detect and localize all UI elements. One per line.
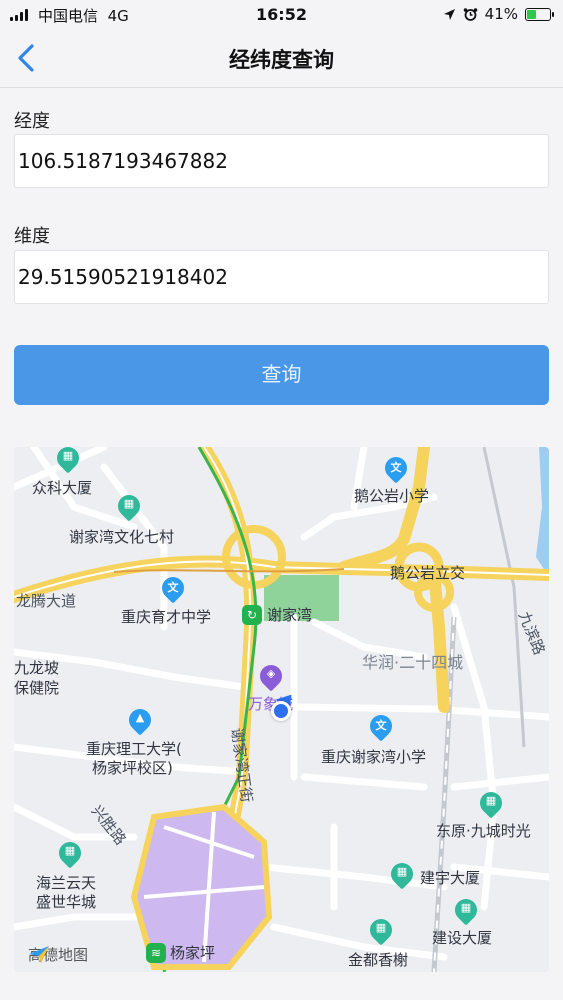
building-pin-icon[interactable]: ▦ xyxy=(450,894,482,926)
battery-percent: 41% xyxy=(484,5,518,23)
metro-station-icon[interactable]: ↻ xyxy=(242,605,262,625)
place-label: 九龙坡 xyxy=(14,659,60,677)
place-label: 鹅公岩立交 xyxy=(390,564,466,582)
metro-station-icon[interactable]: ≋ xyxy=(146,943,166,963)
location-arrow-icon xyxy=(443,8,455,20)
place-label: 海兰云天 xyxy=(36,874,97,892)
place-label: 谢家湾文化七村 xyxy=(69,528,175,546)
place-label: 重庆谢家湾小学 xyxy=(321,748,427,766)
longitude-input[interactable]: 106.5187193467882 xyxy=(14,134,549,188)
building-pin-icon[interactable]: ▦ xyxy=(365,914,397,946)
place-label: 盛世华城 xyxy=(36,893,97,911)
latitude-label: 维度 xyxy=(14,226,50,247)
place-label: 建设大厦 xyxy=(432,929,493,947)
place-label: 东原·九城时光 xyxy=(436,822,531,840)
place-label: 金都香榭 xyxy=(348,951,409,969)
place-label: 杨家坪 xyxy=(170,944,216,962)
status-bar: 中国电信 4G 16:52 41% xyxy=(0,0,563,30)
alarm-icon xyxy=(463,7,477,21)
page-title: 经纬度查询 xyxy=(229,48,334,72)
map-view[interactable]: ▦ ▦ 文 文 ◈ ▲ 文 ▦ ▦ ▦ ▦ ▦ ↻ ≋ 众科大厦 谢家湾文化七村… xyxy=(14,447,549,972)
place-label: 保健院 xyxy=(14,679,60,697)
road-label: 龙腾大道 xyxy=(16,592,77,610)
building-pin-icon[interactable]: ▦ xyxy=(54,837,86,869)
building-pin-icon[interactable]: ▦ xyxy=(386,858,418,890)
battery-icon xyxy=(525,7,554,21)
shopping-pin-icon[interactable]: ◈ xyxy=(255,660,287,692)
place-label: 鹅公岩小学 xyxy=(354,487,430,505)
longitude-label: 经度 xyxy=(14,111,50,132)
school-pin-icon[interactable]: 文 xyxy=(365,710,397,742)
school-pin-icon[interactable]: 文 xyxy=(157,572,189,604)
place-label: 重庆育才中学 xyxy=(121,608,212,626)
latitude-input[interactable]: 29.51590521918402 xyxy=(14,250,549,304)
query-button[interactable]: 查询 xyxy=(14,345,549,405)
place-label: 建宇大厦 xyxy=(420,869,481,887)
building-pin-icon[interactable]: ▦ xyxy=(113,490,145,522)
current-location-marker[interactable] xyxy=(271,701,291,721)
amap-logo-icon xyxy=(29,946,49,963)
area-label: 华润·二十四城 xyxy=(362,653,464,672)
building-pin-icon[interactable]: ▦ xyxy=(475,787,507,819)
place-label: 众科大厦 xyxy=(32,479,93,497)
place-label: 重庆理工大学( xyxy=(86,740,182,758)
place-label: 杨家坪校区) xyxy=(92,759,173,777)
navigation-bar: 经纬度查询 xyxy=(0,30,563,88)
school-pin-icon[interactable]: 文 xyxy=(380,452,412,484)
university-pin-icon[interactable]: ▲ xyxy=(124,704,156,736)
building-pin-icon[interactable]: ▦ xyxy=(52,447,84,474)
place-label: 谢家湾 xyxy=(267,606,313,624)
